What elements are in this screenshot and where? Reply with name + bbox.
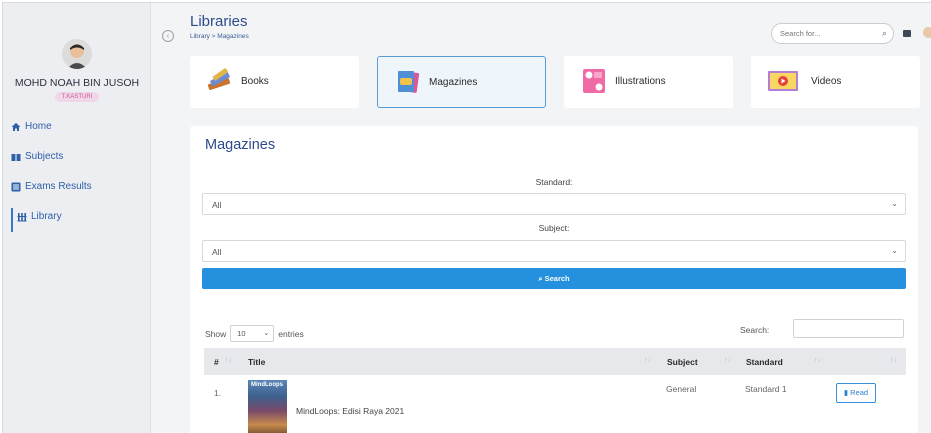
books-icon [206,68,234,94]
magazine-icon [394,69,422,95]
magazine-cover-thumbnail[interactable]: MindLoops [248,380,287,433]
video-icon [767,68,798,94]
sidebar-item-label: Home [25,121,52,132]
subject-label: Subject: [538,223,570,233]
user-badge: T.KASTURI [55,92,99,102]
search-button-label: Search [544,274,570,283]
book-icon [11,152,21,162]
home-icon [11,122,21,132]
active-indicator [11,208,13,232]
sidebar-item-subjects[interactable]: Subjects [11,151,63,162]
thumbnail-title: MindLoops [251,382,283,388]
read-icon: ▮ [843,388,849,397]
column-header-number[interactable]: # [214,357,219,367]
chevron-down-icon: ⌄ [263,330,270,337]
collapse-sidebar-button[interactable]: ‹ [162,30,174,42]
column-header-standard[interactable]: Standard [746,357,783,367]
entries-label: entries [278,328,304,339]
user-name: MOHD NOAH BIN JUSOH [14,77,140,89]
category-label: Books [241,76,269,87]
magazines-panel: Magazines Standard: All ⌄ Subject: All ⌄… [190,126,918,433]
category-books[interactable]: Books [190,56,359,108]
entries-select[interactable]: 10 ⌄ [230,325,275,342]
search-icon[interactable]: ⌕ [882,28,887,39]
library-icon [17,212,27,222]
sidebar-item-library[interactable]: Library [17,211,62,222]
standard-label: Standard: [535,177,573,187]
sort-icon: ↑↓ [644,357,651,364]
row-subject: General [666,384,697,394]
column-header-subject[interactable]: Subject [667,357,698,367]
search-icon: ⌕ [538,274,543,283]
chevron-down-icon: ⌄ [891,246,898,255]
sidebar-item-home[interactable]: Home [11,121,52,132]
row-title: MindLoops: Edisi Raya 2021 [296,406,405,416]
read-button[interactable]: ▮ Read [836,383,876,403]
table-search-input[interactable] [793,319,904,338]
category-label: Illustrations [615,76,666,87]
category-magazines[interactable]: Magazines [377,56,546,108]
sidebar-item-label: Exams Results [25,181,92,192]
category-videos[interactable]: Videos [751,56,920,108]
profile-avatar[interactable] [923,27,931,38]
panel-title: Magazines [205,137,276,153]
column-header-title[interactable]: Title [248,357,265,367]
table-header: # ↑↓ Title ↑↓ Subject ↑↓ Standard ↑↓ ↑↓ [204,348,906,375]
global-search: ⌕ [771,23,894,44]
sort-icon: ↑↓ [724,357,731,364]
breadcrumb: Library > Magazines [190,33,249,40]
app-frame: MOHD NOAH BIN JUSOH T.KASTURI Home Subje… [2,2,931,433]
entries-select-value: 10 [237,329,246,338]
page-title: Libraries [190,13,248,30]
category-label: Videos [811,76,842,87]
entries-length-control: Show 10 ⌄ entries [205,325,304,342]
row-number: 1. [214,388,222,398]
category-illustrations[interactable]: Illustrations [564,56,733,108]
read-button-label: Read [850,388,869,397]
search-button[interactable]: ⌕ Search [202,268,906,289]
category-label: Magazines [429,77,478,88]
show-label: Show [205,328,227,339]
sort-icon: ↑↓ [814,357,821,364]
user-avatar [62,39,92,69]
sidebar-item-label: Library [31,211,62,222]
chevron-down-icon: ⌄ [891,199,898,208]
sidebar: MOHD NOAH BIN JUSOH T.KASTURI Home Subje… [3,3,151,433]
subject-select-value: All [212,247,222,257]
sort-icon: ↑↓ [890,357,897,364]
table-search-label: Search: [740,325,770,335]
illustration-icon [580,68,608,94]
sidebar-item-label: Subjects [25,151,64,162]
standard-select-value: All [212,200,222,210]
row-standard: Standard 1 [745,384,787,394]
message-icon[interactable] [903,30,911,37]
standard-select[interactable]: All ⌄ [202,193,906,215]
sidebar-item-exams-results[interactable]: Exams Results [11,181,92,192]
subject-select[interactable]: All ⌄ [202,240,906,262]
global-search-input[interactable] [780,27,870,40]
list-icon [11,182,21,192]
sort-icon: ↑↓ [225,357,232,364]
